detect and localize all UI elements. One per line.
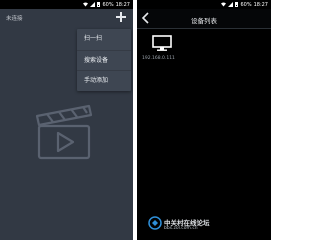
tv-icon bbox=[152, 35, 172, 51]
menu-item-scan[interactable]: 扫一扫 bbox=[77, 29, 131, 50]
status-bar: 60% 18:27 bbox=[0, 0, 133, 9]
page-title: 设备列表 bbox=[191, 17, 217, 25]
status-time: 18:27 bbox=[115, 1, 130, 8]
right-phone-screen: 60% 18:27 设备列表 192.168.0.111 中关村在线论坛 bbs… bbox=[137, 0, 271, 240]
battery-percentage: 60% bbox=[102, 1, 114, 8]
device-ip-address: 192.168.0.111 bbox=[142, 56, 175, 61]
status-time: 18:27 bbox=[253, 1, 268, 8]
app-header: 设备列表 bbox=[137, 9, 271, 28]
header-divider bbox=[137, 28, 271, 29]
menu-item-search-device[interactable]: 搜索设备 bbox=[77, 49, 131, 71]
status-bar: 60% 18:27 bbox=[137, 0, 271, 9]
watermark-url: bbs.zol.com.cn bbox=[164, 226, 198, 231]
battery-icon bbox=[97, 2, 101, 7]
signal-icon bbox=[228, 2, 234, 7]
add-icon[interactable] bbox=[115, 11, 127, 23]
clapperboard-play-icon bbox=[35, 104, 93, 160]
wifi-icon bbox=[83, 2, 89, 7]
signal-icon bbox=[90, 2, 96, 7]
zol-logo-icon bbox=[148, 216, 162, 230]
wifi-icon bbox=[221, 2, 227, 7]
device-list-item[interactable]: 192.168.0.111 bbox=[142, 35, 182, 61]
watermark: 中关村在线论坛 bbs.zol.com.cn bbox=[148, 214, 268, 236]
status-icons bbox=[83, 2, 101, 7]
menu-item-manual-add[interactable]: 手动添加 bbox=[77, 70, 131, 91]
connection-status: 未连接 bbox=[6, 16, 23, 22]
app-header: 未连接 bbox=[0, 9, 133, 25]
battery-percentage: 60% bbox=[240, 1, 252, 8]
status-icons bbox=[221, 2, 239, 7]
battery-icon bbox=[235, 2, 239, 7]
add-device-menu: 扫一扫 搜索设备 手动添加 bbox=[77, 29, 131, 92]
left-phone-screen: 60% 18:27 未连接 扫一扫 搜索设备 手动添加 bbox=[0, 0, 133, 240]
